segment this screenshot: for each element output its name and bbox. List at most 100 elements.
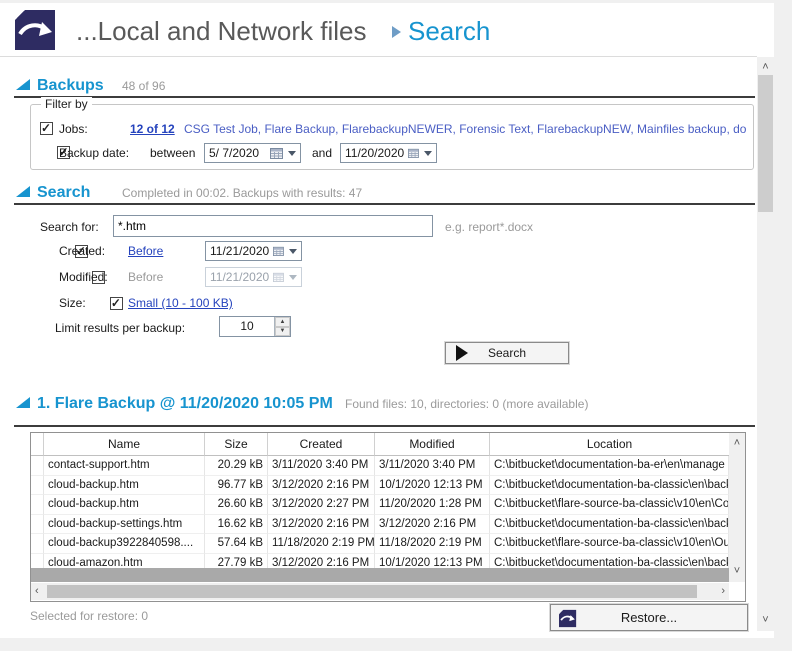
dropdown-arrow-icon[interactable] [424,151,432,156]
table-cell[interactable]: 3/12/2020 2:16 PM [268,515,375,535]
main-scroll-down-icon[interactable]: ˅ [757,615,774,626]
scroll-right-icon[interactable]: › [721,586,725,597]
search-button-label: Search [488,346,526,360]
scroll-down-icon[interactable]: ˅ [729,566,745,577]
table-cell[interactable]: C:\bitbucket\documentation-ba-classic\en… [490,515,729,535]
table-cell[interactable]: 57.64 kB [205,534,268,554]
table-row[interactable]: cloud-backup3922840598....57.64 kB11/18/… [31,534,729,554]
bottom-edge [0,638,792,651]
scroll-up-icon[interactable]: ˄ [729,438,745,449]
restore-app-icon [15,10,57,50]
breadcrumb-current[interactable]: Search [408,16,490,47]
main-vertical-scrollbar[interactable]: ˄ ˅ [757,57,774,631]
column-header-location[interactable]: Location [490,433,729,456]
search-button[interactable]: Search [445,342,569,364]
table-row[interactable]: cloud-backup-settings.htm16.62 kB3/12/20… [31,515,729,535]
backups-section-title: Backups [37,77,104,95]
results-table: Name Size Created Modified Location cont… [30,432,746,602]
table-cell[interactable]: 20.29 kB [205,456,268,476]
selected-row-band[interactable] [31,568,729,582]
calendar-icon [273,271,284,283]
spin-up-icon[interactable]: ▲ [275,317,290,327]
created-label: Created: [59,244,105,258]
results-collapse-icon[interactable] [16,397,30,408]
table-cell[interactable]: 3/11/2020 3:40 PM [268,456,375,476]
backups-divider [14,96,755,98]
table-cell[interactable]: cloud-backup3922840598.... [44,534,205,554]
results-title: 1. Flare Backup @ 11/20/2020 10:05 PM [37,395,333,413]
jobs-checkbox[interactable] [40,122,53,135]
table-cell[interactable]: 3/12/2020 2:16 PM [268,476,375,496]
search-collapse-icon[interactable] [16,186,30,197]
restore-button-label: Restore... [621,610,677,625]
search-for-label: Search for: [40,220,99,234]
jobs-list: CSG Test Job, Flare Backup, FlarebackupN… [184,122,746,136]
table-cell[interactable]: 3/12/2020 2:16 PM [375,515,490,535]
jobs-count-link[interactable]: 12 of 12 [130,122,175,136]
table-cell[interactable]: 10/1/2020 12:13 PM [375,476,490,496]
created-before-link[interactable]: Before [128,244,163,258]
top-edge [0,0,792,3]
column-header-created[interactable]: Created [268,433,375,456]
table-cell[interactable]: 96.77 kB [205,476,268,496]
column-header-modified[interactable]: Modified [375,433,490,456]
created-date-value: 11/21/2020 [210,244,269,258]
horizontal-scroll-thumb[interactable] [47,585,697,598]
table-row[interactable]: cloud-backup.htm96.77 kB3/12/2020 2:16 P… [31,476,729,496]
filter-by-legend: Filter by [41,97,92,111]
table-cell[interactable]: cloud-backup-settings.htm [44,515,205,535]
spin-down-icon[interactable]: ▼ [275,327,290,337]
restore-button[interactable]: Restore... [550,604,748,631]
table-vertical-scrollbar[interactable]: ˄ ˅ [729,433,745,582]
search-divider [14,203,755,205]
row-selector-cell[interactable] [31,515,44,535]
scroll-left-icon[interactable]: ‹ [35,586,39,597]
table-cell[interactable]: cloud-backup.htm [44,476,205,496]
backup-search-window: ...Local and Network files Search Backup… [0,0,792,651]
breadcrumb-root[interactable]: ...Local and Network files [76,16,366,47]
row-selector-cell[interactable] [31,495,44,515]
main-scroll-thumb[interactable] [758,75,773,212]
limit-value: 10 [220,317,274,336]
size-checkbox[interactable] [110,297,123,310]
backup-date-to-picker[interactable]: 11/20/2020 [340,143,437,163]
size-range-link[interactable]: Small (10 - 100 KB) [128,296,233,310]
spinner-buttons[interactable]: ▲▼ [274,317,290,336]
table-cell[interactable]: 3/11/2020 3:40 PM [375,456,490,476]
backups-collapse-icon[interactable] [16,79,30,90]
dropdown-arrow-icon[interactable] [289,249,297,254]
header-divider [0,56,757,57]
table-cell[interactable]: cloud-backup.htm [44,495,205,515]
table-cell[interactable]: 3/12/2020 2:27 PM [268,495,375,515]
selector-column-header [31,433,44,456]
backup-date-from-picker[interactable]: 5/ 7/2020 [204,143,301,163]
table-cell[interactable]: C:\bitbucket\documentation-ba-classic\en… [490,476,729,496]
limit-spinner[interactable]: 10 ▲▼ [219,316,291,337]
search-input[interactable] [113,215,433,237]
column-header-name[interactable]: Name [44,433,205,456]
row-selector-cell[interactable] [31,534,44,554]
table-cell[interactable]: C:\bitbucket\flare-source-ba-classic\v10… [490,534,729,554]
backup-date-label: Backup date: [59,146,129,160]
table-cell[interactable]: C:\bitbucket\documentation-ba-er\en\mana… [490,456,729,476]
calendar-icon [273,245,284,257]
results-table-body: contact-support.htm20.29 kB3/11/2020 3:4… [31,456,729,573]
table-cell[interactable]: 16.62 kB [205,515,268,535]
play-icon [456,345,468,361]
column-header-size[interactable]: Size [205,433,268,456]
table-cell[interactable]: 11/20/2020 1:28 PM [375,495,490,515]
table-cell[interactable]: C:\bitbucket\flare-source-ba-classic\v10… [490,495,729,515]
table-row[interactable]: cloud-backup.htm26.60 kB3/12/2020 2:27 P… [31,495,729,515]
table-row[interactable]: contact-support.htm20.29 kB3/11/2020 3:4… [31,456,729,476]
row-selector-cell[interactable] [31,476,44,496]
main-scroll-up-icon[interactable]: ˄ [757,62,774,73]
table-cell[interactable]: contact-support.htm [44,456,205,476]
row-selector-cell[interactable] [31,456,44,476]
dropdown-arrow-icon[interactable] [288,151,296,156]
table-horizontal-scrollbar[interactable]: ‹ › [31,583,729,600]
table-cell[interactable]: 26.60 kB [205,495,268,515]
backup-date-to-value: 11/20/2020 [345,146,404,160]
table-cell[interactable]: 11/18/2020 2:19 PM [268,534,375,554]
created-date-picker[interactable]: 11/21/2020 [205,241,302,261]
table-cell[interactable]: 11/18/2020 2:19 PM [375,534,490,554]
